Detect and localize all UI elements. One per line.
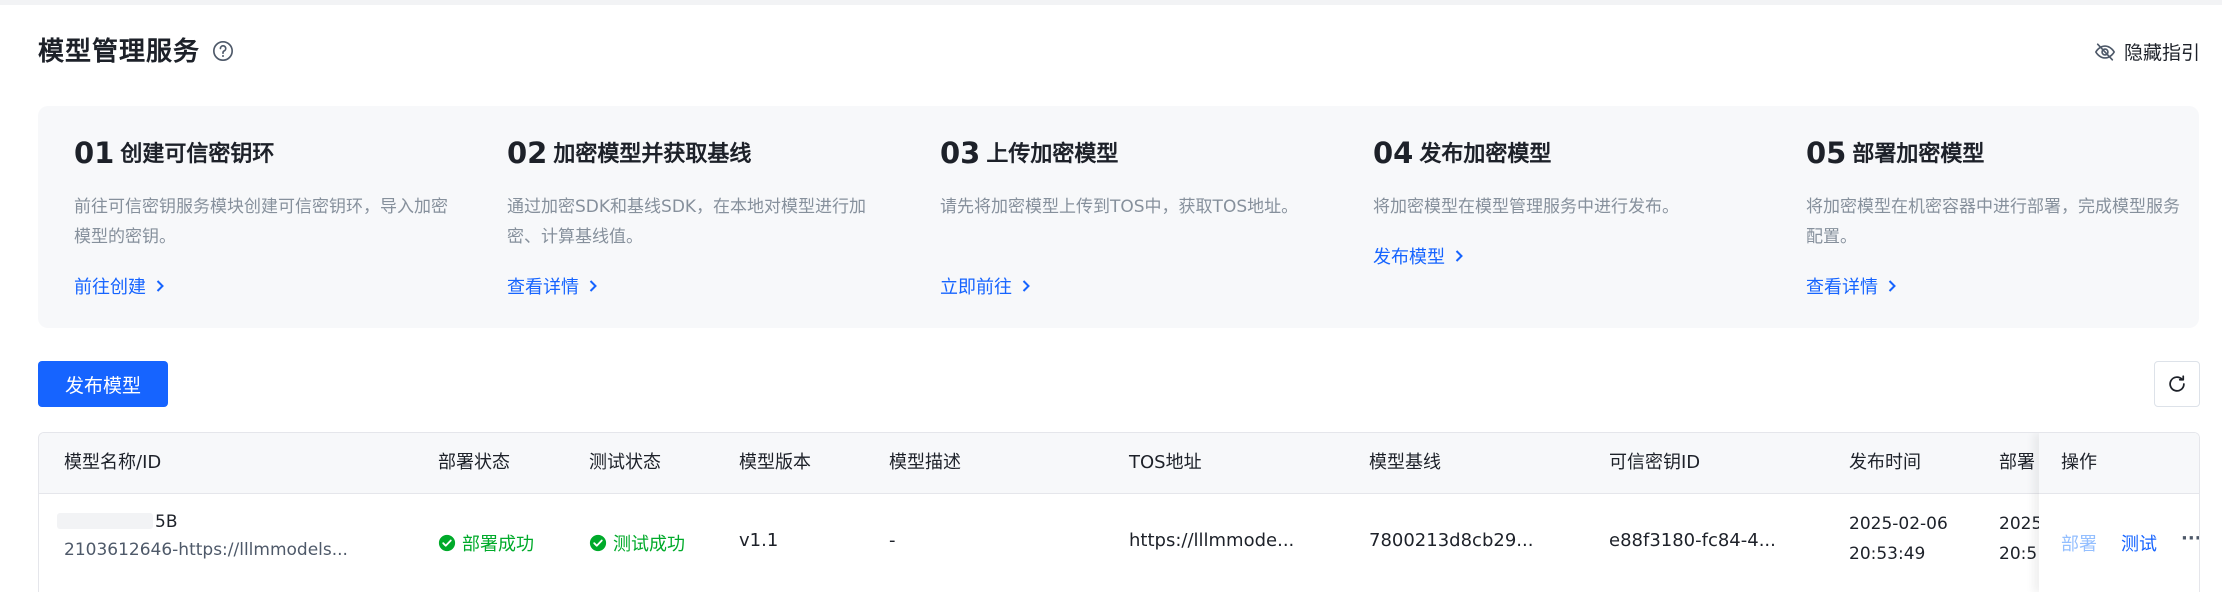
publish-model-button[interactable]: 发布模型 [38,361,168,407]
guide-step-title: 03 上传加密模型 [940,136,1118,170]
column-header-deploy-time: 部署 [1999,452,2035,473]
deploy-action-link[interactable]: 部署 [2061,530,2097,556]
help-circle-icon[interactable] [212,40,234,62]
column-header-publish-time: 发布时间 [1849,452,1921,473]
redacted-text [57,513,153,529]
deploy-date: 2025 [1999,514,2043,534]
guide-step-description: 前往可信密钥服务模块创建可信密钥环，导入加密模型的密钥。 [74,197,448,247]
test-status-text: 测试成功 [613,534,685,555]
column-header-baseline: 模型基线 [1369,452,1441,473]
page-title: 模型管理服务 [38,37,201,67]
guide-link-details[interactable]: 查看详情 [507,273,598,299]
deploy-status-badge: 部署成功 [438,530,534,556]
test-status-badge: 测试成功 [589,530,685,556]
guide-link-label: 前往创建 [74,277,146,298]
guide-link-label: 发布模型 [1373,247,1445,268]
guide-step-number: 05 [1806,136,1847,170]
column-header-version: 模型版本 [739,452,811,473]
guide-step-number: 04 [1373,136,1414,170]
column-header-tos: TOS地址 [1129,452,1202,473]
guide-panel: 01 创建可信密钥环 前往可信密钥服务模块创建可信密钥环，导入加密模型的密钥。 前… [38,106,2199,328]
chevron-right-icon [589,280,597,292]
guide-step-description: 通过加密SDK和基线SDK，在本地对模型进行加密、计算基线值。 [507,197,867,247]
guide-step-title: 05 部署加密模型 [1806,136,1984,170]
guide-step-description: 将加密模型在模型管理服务中进行发布。 [1373,197,1679,217]
model-description: - [889,530,896,551]
check-circle-icon [438,534,456,552]
deploy-status-text: 部署成功 [462,534,534,555]
refresh-button[interactable] [2154,361,2200,407]
actions-column-header: 操作 [2039,433,2199,494]
actions-column: 操作 部署 测试 ··· [2039,433,2199,592]
deploy-time: 20:5 [1999,544,2038,564]
guide-step-name: 部署加密模型 [1852,142,1985,167]
chevron-right-icon [156,280,164,292]
table-row: 5B 2103612646-https://lllmmodels... 部署成功… [39,494,2199,592]
guide-link-label: 立即前往 [940,277,1012,298]
hide-guide-label: 隐藏指引 [2123,42,2200,64]
tos-address: https://lllmmode... [1129,530,1295,551]
column-header-name: 模型名称/ID [64,452,162,473]
chevron-right-icon [1022,280,1030,292]
guide-link-publish[interactable]: 发布模型 [1373,243,1464,269]
check-circle-icon [589,534,607,552]
more-actions-icon[interactable]: ··· [2181,528,2199,549]
guide-step-number: 01 [74,136,115,170]
guide-link-label: 查看详情 [1806,277,1878,298]
trusted-key-id: e88f3180-fc84-4... [1609,530,1776,551]
hide-guide-button[interactable]: 隐藏指引 [2094,38,2200,65]
guide-step-title: 01 创建可信密钥环 [74,136,274,170]
guide-link-label: 查看详情 [507,277,579,298]
model-version: v1.1 [739,530,779,551]
guide-step-number: 02 [507,136,548,170]
model-name-text: 5B [155,512,178,532]
publish-time: 20:53:49 [1849,544,1926,564]
model-id: 2103612646-https://lllmmodels... [64,540,348,560]
guide-step-name: 上传加密模型 [986,142,1119,167]
column-header-test-status: 测试状态 [589,452,661,473]
guide-step-name: 加密模型并获取基线 [553,142,752,167]
publish-date: 2025-02-06 [1849,514,1948,534]
guide-step-title: 02 加密模型并获取基线 [507,136,751,170]
chevron-right-icon [1888,280,1896,292]
guide-link-details[interactable]: 查看详情 [1806,273,1897,299]
column-header-deploy-status: 部署状态 [438,452,510,473]
guide-link-create[interactable]: 前往创建 [74,273,165,299]
model-baseline: 7800213d8cb29... [1369,530,1534,551]
test-action-link[interactable]: 测试 [2121,530,2157,556]
table-header: 模型名称/ID 部署状态 测试状态 模型版本 模型描述 TOS地址 模型基线 可… [39,433,2199,494]
column-header-actions: 操作 [2061,452,2097,473]
guide-step-description: 请先将加密模型上传到TOS中，获取TOS地址。 [940,197,1299,217]
guide-step-description: 将加密模型在机密容器中进行部署，完成模型服务配置。 [1806,197,2180,247]
model-table: 模型名称/ID 部署状态 测试状态 模型版本 模型描述 TOS地址 模型基线 可… [38,432,2200,592]
eye-off-icon [2094,42,2116,61]
column-header-description: 模型描述 [889,452,961,473]
model-name: 5B [57,512,177,532]
guide-step-number: 03 [940,136,981,170]
guide-step-name: 创建可信密钥环 [120,142,275,167]
guide-step-name: 发布加密模型 [1419,142,1552,167]
guide-link-go[interactable]: 立即前往 [940,273,1031,299]
refresh-icon [2169,375,2185,392]
column-header-key-id: 可信密钥ID [1609,452,1701,473]
chevron-right-icon [1455,250,1463,262]
top-divider [0,0,2222,5]
guide-step-title: 04 发布加密模型 [1373,136,1551,170]
